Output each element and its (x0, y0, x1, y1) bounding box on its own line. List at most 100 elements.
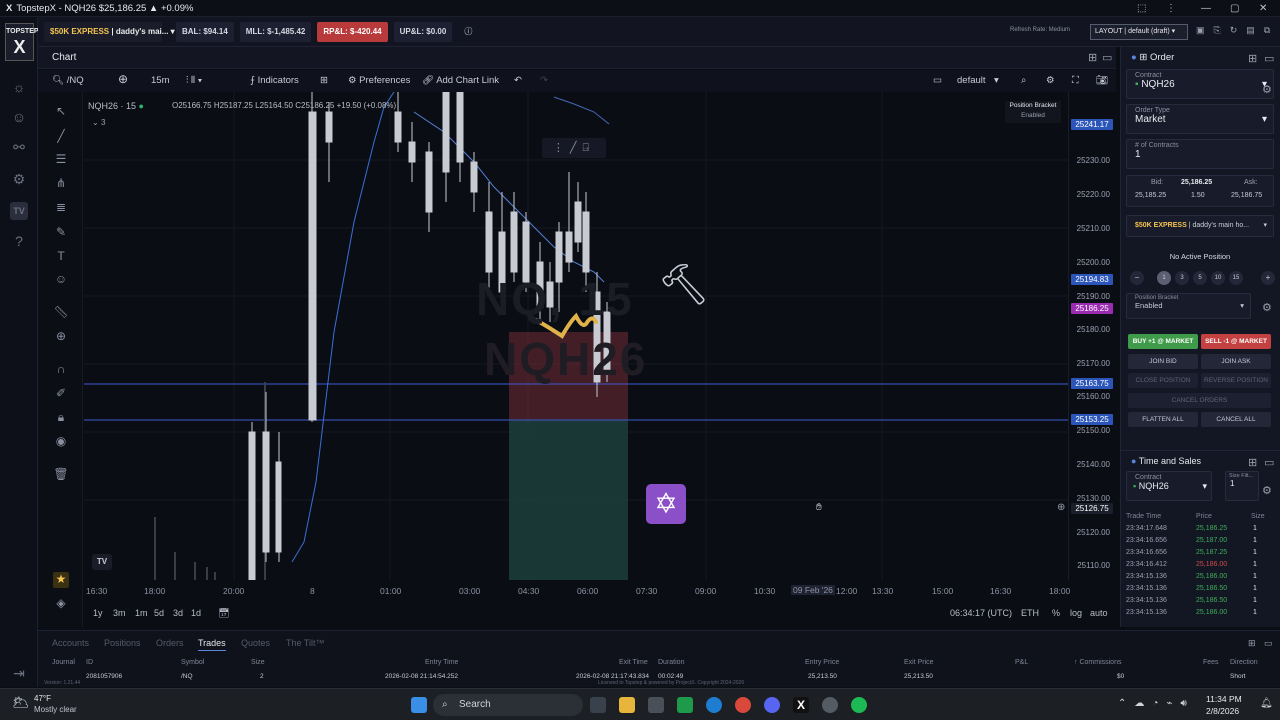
bracket-select[interactable]: Position Bracket Enabled ▾ (1126, 293, 1251, 319)
add-panel-icon[interactable]: ⊞ (1248, 456, 1257, 469)
zoom-icon[interactable]: ⊕ (53, 329, 69, 345)
trading-icon[interactable]: ☼ (10, 79, 28, 97)
join-ask-button[interactable]: JOIN ASK (1201, 354, 1271, 369)
decrease-qty-button[interactable]: − (1130, 271, 1144, 285)
add-panel-icon[interactable]: ⊞ (1088, 51, 1097, 64)
qty-10-button[interactable]: 10 (1211, 271, 1225, 285)
tab-quotes[interactable]: Quotes (241, 638, 270, 648)
range-1y[interactable]: 1y (93, 608, 103, 618)
refresh-rate[interactable]: Refresh Rate: Medium (1010, 27, 1070, 33)
text-tool-icon[interactable]: T (53, 249, 69, 265)
qty-5-button[interactable]: 5 (1193, 271, 1207, 285)
add-alert-icon[interactable]: ⊕ (1057, 502, 1065, 513)
close-position-button[interactable]: CLOSE POSITION (1128, 373, 1198, 388)
favorites-star-icon[interactable]: ★ (53, 572, 69, 588)
tab-positions[interactable]: Positions (104, 638, 141, 648)
trend-line-icon[interactable]: ╱ (53, 129, 69, 145)
contract-field[interactable]: Contract ▪ NQH26 ▾ (1126, 69, 1274, 99)
screenshot-icon[interactable]: 📷︎ (1096, 75, 1108, 86)
info-icon[interactable]: ⓘ (458, 22, 478, 42)
weather-icon[interactable]: 🌥︎ (12, 694, 30, 711)
chart-search-icon[interactable]: ⌕ (1021, 75, 1026, 86)
reverse-position-button[interactable]: REVERSE POSITION (1201, 373, 1271, 388)
cancel-orders-button[interactable]: CANCEL ORDERS (1128, 393, 1271, 408)
layout-toggle-icon[interactable]: ▭ (933, 75, 942, 86)
obs-icon[interactable] (822, 697, 838, 713)
percent-toggle[interactable]: % (1052, 608, 1060, 618)
tv-icon[interactable]: TV (10, 202, 28, 220)
range-1d[interactable]: 1d (191, 608, 201, 618)
sell-market-button[interactable]: SELL -1 @ MARKET (1201, 334, 1271, 349)
emoji-icon[interactable]: ☺ (53, 272, 69, 288)
add-panel-icon[interactable]: ⊞ (1248, 52, 1257, 65)
spotify-icon[interactable] (851, 697, 867, 713)
start-menu-icon[interactable] (411, 697, 427, 713)
trash-icon[interactable]: 🗑︎ (53, 467, 69, 483)
taskbar-search[interactable]: ⌕ Search (433, 694, 583, 716)
indicators-button[interactable]: ⨍ Indicators (250, 75, 299, 86)
topstepx-taskbar-icon[interactable]: X (793, 697, 809, 713)
task-view-icon[interactable] (590, 697, 606, 713)
size-filter-input[interactable]: Size Filt... 1 (1225, 471, 1259, 501)
ts-contract-field[interactable]: Contract ▪ NQH26 ▾ (1126, 471, 1212, 501)
ruler-icon[interactable]: 📏︎ (53, 305, 69, 321)
templates-icon[interactable]: ⊞ (320, 75, 328, 86)
logout-icon[interactable]: ⇥ (10, 665, 28, 683)
undo-icon[interactable]: ↶ (514, 75, 522, 86)
cursor-icon[interactable]: ↖ (53, 104, 69, 120)
taskbar-date[interactable]: 2/8/2026 (1206, 706, 1239, 716)
analytics-icon[interactable]: ⚯ (10, 139, 28, 157)
range-1m[interactable]: 1m (135, 608, 148, 618)
symbol-search[interactable]: 🔍︎ /NQ (52, 75, 84, 86)
ts-settings-icon[interactable]: ⚙ (1262, 484, 1272, 497)
account-selector[interactable]: $50K EXPRESS | daddy's mai... ▾ (44, 21, 175, 42)
weather-temp[interactable]: 47°F (34, 694, 51, 703)
tab-the-tilt[interactable]: The Tilt™ (286, 638, 325, 648)
range-3d[interactable]: 3d (173, 608, 183, 618)
chart-settings-icon[interactable]: ⚙ (1046, 75, 1055, 86)
add-symbol-icon[interactable]: ⊕ (118, 72, 128, 86)
xbox-icon[interactable] (677, 697, 693, 713)
time-axis[interactable]: 16:30 18:00 20:00 8 01:00 03:00 04:30 06… (84, 580, 1070, 600)
magnet-icon[interactable]: ∩ (53, 362, 69, 378)
hammer-icon[interactable]: 🔨︎ (658, 262, 709, 308)
edge-icon[interactable] (706, 697, 722, 713)
lock-icon[interactable]: 🔒︎ (53, 410, 69, 426)
position-bracket-indicator[interactable]: Position Bracket Enabled (1005, 101, 1061, 123)
add-panel-icon[interactable]: ⊞ (1248, 638, 1256, 649)
panel-expand-icon[interactable]: ▭ (1264, 456, 1274, 469)
extensions-icon[interactable]: ⬚ (1137, 0, 1146, 17)
taskbar-time[interactable]: 11:34 PM (1206, 694, 1242, 704)
contract-settings-icon[interactable]: ⚙ (1262, 83, 1272, 96)
chart-legend-count[interactable]: ⌄ 3 (92, 118, 105, 127)
interval-selector[interactable]: 15m (151, 75, 169, 86)
range-5d[interactable]: 5d (154, 608, 164, 618)
fullscreen-icon[interactable]: ⛶ (1072, 75, 1079, 86)
redo-icon[interactable]: ↷ (540, 75, 548, 86)
auto-toggle[interactable]: auto (1090, 608, 1108, 618)
layout-actions-icons[interactable]: ▣⎘↻▤⧉ (1196, 25, 1279, 36)
chrome-icon[interactable] (735, 697, 751, 713)
settings-icon[interactable]: ⚙ (10, 171, 28, 189)
tab-trades[interactable]: Trades (198, 638, 226, 651)
order-account-selector[interactable]: $50K EXPRESS | daddy's main ho... ▾ (1126, 215, 1274, 237)
tab-orders[interactable]: Orders (156, 638, 184, 648)
pencil-lock-icon[interactable]: ✐ (53, 386, 69, 402)
system-tray-icons[interactable]: ⌃☁◔⌁🔊︎ (1118, 698, 1195, 709)
weather-desc[interactable]: Mostly clear (34, 705, 77, 714)
price-chart[interactable]: NQH26 · 15 ● O25166.75 H25187.25 L25164.… (84, 92, 1068, 580)
increase-qty-button[interactable]: + (1261, 271, 1275, 285)
preferences-button[interactable]: ⚙ Preferences (348, 75, 410, 86)
join-bid-button[interactable]: JOIN BID (1128, 354, 1198, 369)
qty-3-button[interactable]: 3 (1175, 271, 1189, 285)
brush-icon[interactable]: ✎ (53, 225, 69, 241)
fib-icon[interactable]: ≣ (53, 200, 69, 216)
maximize-icon[interactable]: ▢ (1230, 0, 1239, 17)
file-explorer-icon[interactable] (619, 697, 635, 713)
discord-icon[interactable] (764, 697, 780, 713)
topstepx-logo[interactable]: TOPSTEP X (5, 23, 39, 61)
session-toggle[interactable]: ETH (1021, 608, 1039, 618)
contracts-quantity-input[interactable]: # of Contracts 1 (1126, 139, 1274, 169)
users-icon[interactable]: ☺ (10, 109, 28, 127)
utc-clock[interactable]: 06:34:17 (UTC) (950, 608, 1012, 618)
